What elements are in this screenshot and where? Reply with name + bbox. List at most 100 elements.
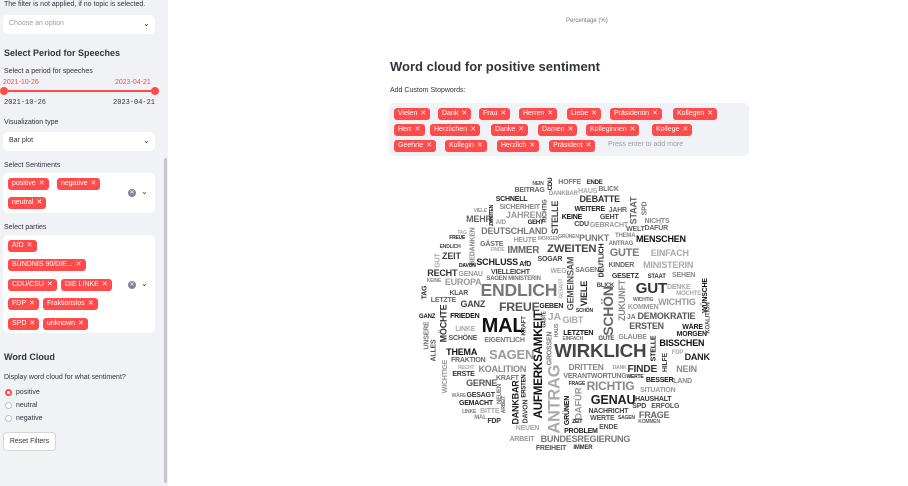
period-slider-start-handle[interactable] [0,87,8,95]
word-cloud-word: PUNKT [579,232,610,243]
remove-tag-icon[interactable]: ✕ [529,142,535,149]
stopword-tag[interactable]: Liebe ✕ [567,108,602,120]
word-cloud-word: ZEIT [442,251,461,262]
remove-tag-icon[interactable]: ✕ [470,126,476,133]
remove-tag-icon[interactable]: ✕ [682,126,688,133]
party-tag[interactable]: AfD ✕ [8,240,37,252]
word-cloud-word: MAL [474,415,487,422]
word-cloud-word: KOALITION [478,364,527,375]
parties-multiselect[interactable]: AfD ✕ BÜNDNIS 90/DIE... ✕ CDU/CSU ✕ DIE LIN… [3,235,155,333]
word-cloud-word: VERANTWORTUNG [563,372,627,380]
party-tag[interactable]: CDU/CSU ✕ [8,279,57,291]
stopword-tag[interactable]: Frau ✕ [479,108,511,120]
stopword-tag[interactable]: Herzlichen ✕ [430,124,480,136]
stopword-tag[interactable]: Kolleginnen ✕ [586,124,640,136]
word-cloud-word: WERTE [590,415,615,423]
word-cloud-word: SPD [632,403,647,411]
sidebar-scrollbar[interactable] [164,158,167,483]
party-tag[interactable]: DIE LINKE ✕ [61,279,112,291]
clear-all-icon[interactable]: ✕ [128,281,136,289]
period-slider-track[interactable] [4,90,154,92]
remove-tag-icon[interactable]: ✕ [47,281,53,288]
remove-tag-icon[interactable]: ✕ [29,300,35,307]
party-tag[interactable]: FDP ✕ [8,298,39,310]
visualization-select[interactable]: Bar plot ⌄ [3,132,155,151]
party-tag[interactable]: unknown ✕ [43,318,88,330]
stopword-tag[interactable]: Danke ✕ [491,124,529,136]
word-cloud-word: DENKE [666,283,691,291]
remove-tag-icon[interactable]: ✕ [36,199,42,206]
party-tag[interactable]: Fraktionslos ✕ [43,298,98,310]
reset-filters-button[interactable]: Reset Filters [3,432,56,451]
remove-tag-icon[interactable]: ✕ [461,110,467,117]
remove-tag-icon[interactable]: ✕ [568,126,574,133]
remove-tag-icon[interactable]: ✕ [477,142,483,149]
word-cloud-word: GANZ [460,299,486,310]
sentiment-tag[interactable]: neutral ✕ [8,197,47,209]
sentiment-tag[interactable]: positive ✕ [8,178,49,190]
stopword-tag[interactable]: Präsidentin ✕ [610,108,662,120]
stopword-tag[interactable]: Herr ✕ [394,124,425,136]
word-cloud-word: WELT [626,225,645,233]
word-cloud-word: DEBATTE [579,194,620,205]
word-cloud-word: SAGEN [575,267,600,275]
chevron-down-icon[interactable]: ⌄ [141,187,148,196]
party-tag[interactable]: BÜNDNIS 90/DIE... ✕ [8,259,86,271]
word-cloud-word: BISSCHEN [659,337,705,348]
remove-tag-icon[interactable]: ✕ [39,180,45,187]
word-cloud-word: NICHTS [644,218,670,226]
word-cloud-word: WIRKLICH [554,340,647,362]
stopword-tag[interactable]: Geehrte ✕ [394,140,437,152]
remove-tag-icon[interactable]: ✕ [78,320,84,327]
word-cloud-word: FRIEDEN [450,313,480,321]
word-cloud-word: WICHTIGE [442,359,450,393]
remove-tag-icon[interactable]: ✕ [420,110,426,117]
stopwords-label: Add Custom Stopwords: [390,87,466,94]
remove-tag-icon[interactable]: ✕ [518,126,524,133]
stopword-tag[interactable]: Herren ✕ [519,108,558,120]
stopword-tag[interactable]: Damen ✕ [538,124,578,136]
topic-select[interactable]: Choose an option ⌄ [3,15,155,34]
remove-tag-icon[interactable]: ✕ [415,126,421,133]
remove-tag-icon[interactable]: ✕ [586,142,592,149]
radio-negative[interactable] [5,415,12,422]
stopwords-multiselect[interactable]: Vielen ✕ Dank ✕ Frau ✕ Herren ✕ Liebe ✕ Präsi… [389,103,749,156]
sentiment-tag[interactable]: negative ✕ [57,178,101,190]
main-content: Percentage (%) Word cloud for positive s… [168,0,908,486]
sentiments-multiselect[interactable]: positive ✕ negative ✕ neutral ✕ ✕ ⌄ [3,173,155,213]
stopword-tag[interactable]: Kollege ✕ [652,124,693,136]
stopword-tag[interactable]: Vielen ✕ [394,108,431,120]
remove-tag-icon[interactable]: ✕ [707,110,713,117]
stopword-tag[interactable]: Kollegen ✕ [673,108,718,120]
stopword-tag[interactable]: Präsident ✕ [549,140,596,152]
radio-neutral[interactable] [5,402,12,409]
radio-positive[interactable] [5,389,12,396]
remove-tag-icon[interactable]: ✕ [652,110,658,117]
remove-tag-icon[interactable]: ✕ [88,300,94,307]
remove-tag-icon[interactable]: ✕ [76,261,82,268]
remove-tag-icon[interactable]: ✕ [27,242,33,249]
remove-tag-icon[interactable]: ✕ [591,110,597,117]
word-cloud-word: DANKBAR [510,380,521,425]
stopwords-input-placeholder[interactable]: Press enter to add more [608,141,683,148]
word-cloud-word: GROSSEN [546,332,554,366]
word-cloud-word: SPD [640,201,648,215]
word-cloud-word: GEHT [599,213,619,221]
clear-all-icon[interactable]: ✕ [128,189,136,197]
word-cloud-word: JA [547,311,561,324]
chevron-down-icon[interactable]: ⌄ [141,279,148,288]
stopword-tag[interactable]: Herzlich ✕ [497,140,540,152]
word-cloud-word: RECHT [427,267,458,278]
party-tag[interactable]: SPD ✕ [8,318,40,330]
remove-tag-icon[interactable]: ✕ [102,281,108,288]
remove-tag-icon[interactable]: ✕ [426,142,432,149]
period-slider-end-handle[interactable] [151,87,159,95]
remove-tag-icon[interactable]: ✕ [29,320,35,327]
remove-tag-icon[interactable]: ✕ [630,126,636,133]
remove-tag-icon[interactable]: ✕ [90,180,96,187]
chevron-down-icon: ⌄ [143,136,150,145]
remove-tag-icon[interactable]: ✕ [500,110,506,117]
stopword-tag[interactable]: Kollegin ✕ [445,140,487,152]
stopword-tag[interactable]: Dank ✕ [438,108,472,120]
remove-tag-icon[interactable]: ✕ [547,110,553,117]
